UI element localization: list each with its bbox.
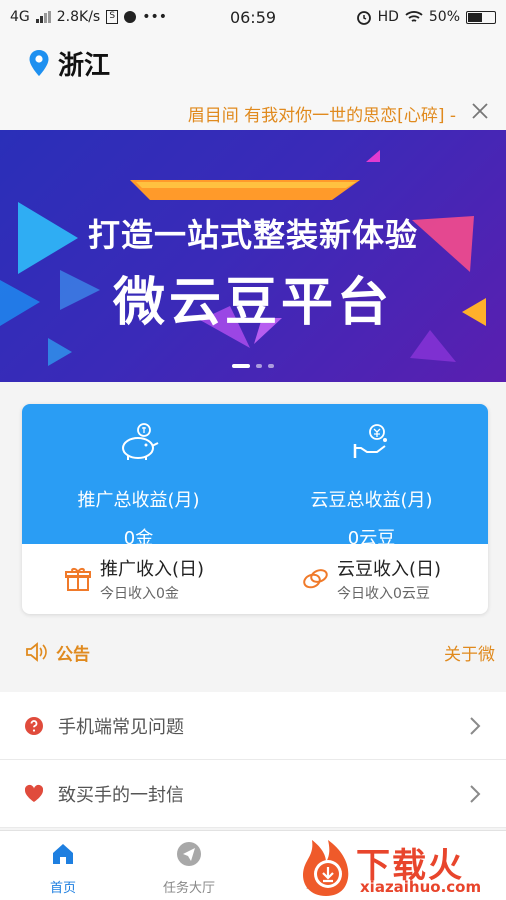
speaker-icon	[26, 642, 47, 662]
piggy-bank-icon	[121, 423, 158, 460]
flame-logo-icon	[302, 840, 349, 896]
gift-icon	[65, 568, 91, 591]
carousel-dots	[0, 364, 506, 368]
bean-daily-stat[interactable]: 云豆收入(日) 今日收入0云豆	[251, 544, 488, 614]
promo-daily-sub: 今日收入0金	[100, 586, 179, 602]
promo-monthly-label: 推广总收益(月)	[77, 490, 200, 511]
carousel-dot[interactable]	[232, 364, 250, 368]
marquee-bar: 眉目间 有我对你一世的思恋[心碎] -	[0, 92, 506, 130]
promo-daily-label: 推广收入(日)	[100, 559, 205, 580]
bean-daily-label: 云豆收入(日)	[337, 559, 442, 580]
watermark-logo: 下载火 xiazaihuo.com	[296, 832, 506, 900]
battery-icon	[466, 10, 496, 24]
question-circle-icon	[25, 716, 43, 735]
wifi-icon	[405, 11, 423, 22]
coin-hand-icon	[353, 424, 387, 458]
announcement-bar[interactable]: 公告 关于微	[0, 624, 506, 680]
tab-tasks-label: 任务大厅	[162, 881, 215, 896]
hd-label: HD	[377, 9, 399, 25]
banner-title: 微云豆平台	[112, 273, 393, 333]
list-item-label: 致买手的一封信	[58, 784, 184, 806]
city-selector[interactable]: 浙江	[58, 45, 110, 82]
s-badge-icon: S	[106, 10, 119, 24]
chevron-right-icon	[470, 784, 481, 803]
carousel-dot[interactable]	[256, 364, 262, 368]
promo-daily-stat[interactable]: 推广收入(日) 今日收入0金	[22, 544, 251, 614]
status-bar: 4G 2.8K/s S ••• 06:59 HD 50%	[0, 0, 506, 34]
bean-daily-sub: 今日收入0云豆	[337, 586, 430, 602]
promo-monthly-stat[interactable]: 推广总收益(月) 0金	[22, 404, 255, 549]
tab-home-label: 首页	[49, 881, 76, 896]
more-icon: •••	[142, 9, 168, 25]
location-pin-icon[interactable]	[28, 49, 50, 77]
banner-headline: 打造一站式整装新体验	[87, 216, 418, 254]
bean-monthly-stat[interactable]: 云豆总收益(月) 0云豆	[255, 404, 488, 549]
announcement-tag: 公告	[56, 644, 90, 665]
marquee-text: 眉目间 有我对你一世的思恋[心碎] -	[187, 106, 456, 126]
net-speed: 2.8K/s	[56, 9, 101, 25]
carousel-dot[interactable]	[268, 364, 274, 368]
help-list: 手机端常见问题 致买手的一封信	[0, 692, 506, 828]
banner-carousel[interactable]: 打造一站式整装新体验 微云豆平台	[0, 130, 506, 382]
watermark-url: xiazaihuo.com	[360, 878, 482, 896]
message-icon	[124, 11, 137, 23]
list-item-letter[interactable]: 致买手的一封信	[0, 760, 506, 828]
bean-monthly-label: 云豆总收益(月)	[310, 490, 433, 511]
earnings-card: 推广总收益(月) 0金 云豆总收益(月) 0云豆 推广收入(日) 今日收入0金 …	[22, 404, 488, 614]
chevron-right-icon	[470, 716, 481, 735]
announcement-text[interactable]: 关于微	[444, 640, 506, 665]
send-icon	[177, 842, 201, 866]
signal-icon	[35, 11, 51, 23]
list-item-label: 手机端常见问题	[58, 716, 184, 738]
network-label: 4G	[10, 9, 30, 25]
list-item-faq[interactable]: 手机端常见问题	[0, 692, 506, 760]
alarm-icon	[356, 11, 371, 25]
tab-home[interactable]: 首页	[0, 831, 126, 900]
home-icon	[53, 844, 73, 864]
banner-decoration	[0, 150, 486, 366]
heart-icon	[24, 784, 44, 802]
header: 浙江	[0, 34, 506, 92]
battery-percent: 50%	[428, 9, 460, 25]
bean-icon	[303, 569, 328, 589]
tab-tasks[interactable]: 任务大厅	[126, 831, 252, 900]
close-icon[interactable]	[470, 101, 490, 121]
